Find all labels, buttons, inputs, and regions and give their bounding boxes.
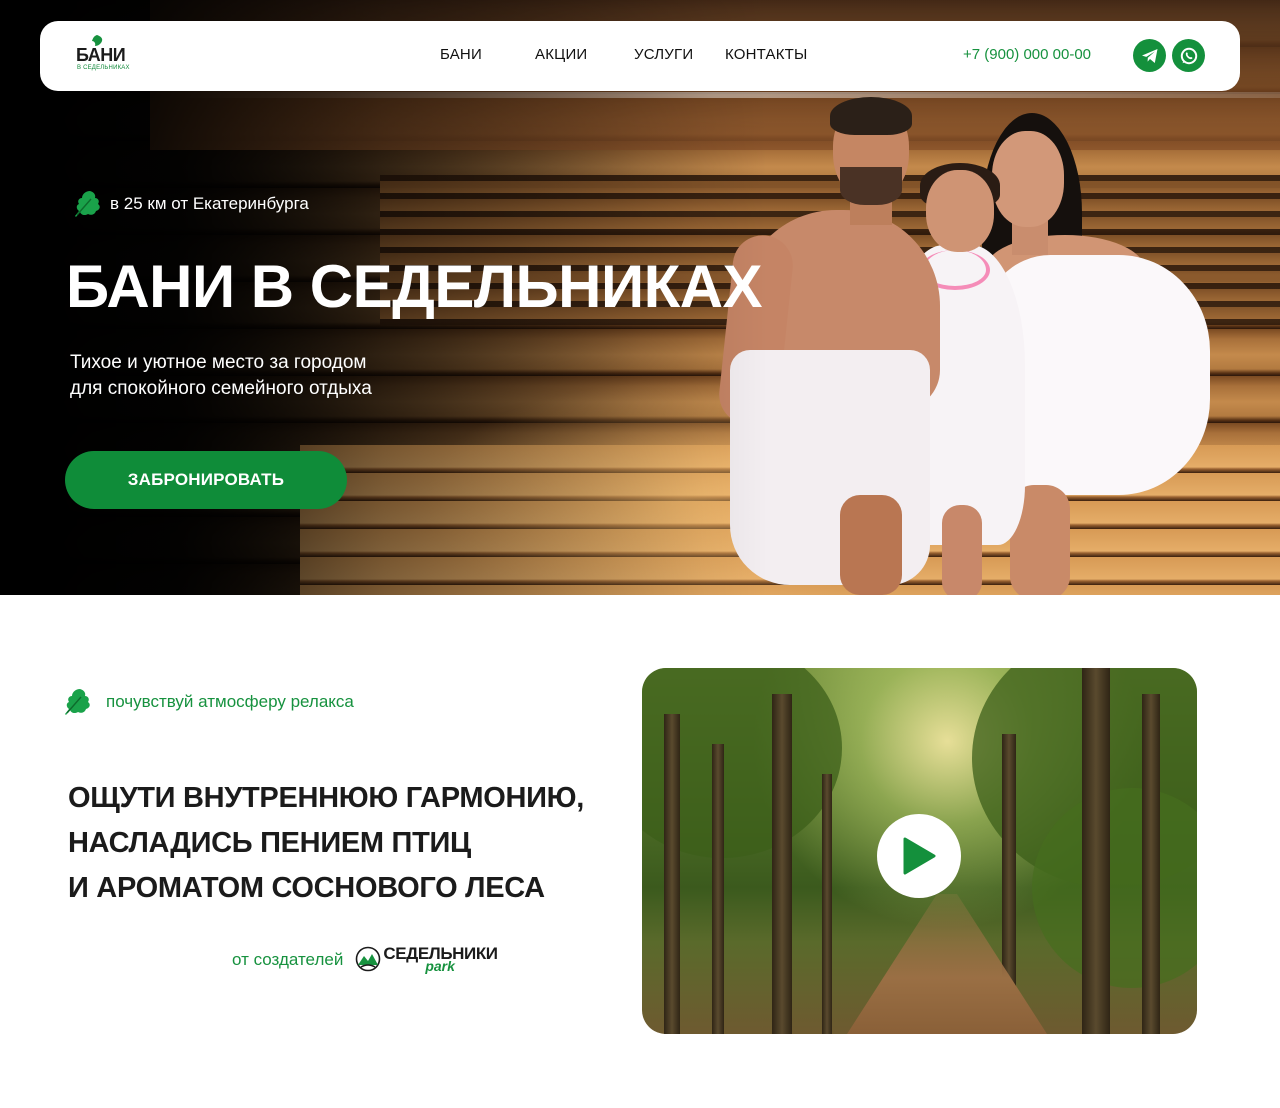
hero-title: БАНИ В СЕДЕЛЬНИКАХ: [66, 253, 763, 320]
nav-link-aktsii[interactable]: АКЦИИ: [535, 46, 587, 63]
tree-trunk: [1142, 694, 1160, 1034]
relax-tag-text: почувствуй атмосферу релакса: [106, 692, 354, 711]
creators-text: от создателей: [232, 950, 344, 969]
section2-heading-line-2: НАСЛАДИСЬ ПЕНИЕМ ПТИЦ: [68, 827, 471, 859]
nav-link-bani[interactable]: БАНИ: [440, 46, 482, 63]
relax-tag: почувствуй атмосферу релакса: [64, 688, 354, 716]
whatsapp-icon[interactable]: [1172, 39, 1205, 72]
hero-location-text: в 25 км от Екатеринбурга: [110, 194, 309, 213]
forest-path: [847, 894, 1047, 1034]
oak-leaf-icon: [75, 191, 100, 217]
hero-subtitle: Тихое и уютное место за городом для спок…: [70, 350, 372, 402]
section2-heading-line-1: ОЩУТИ ВНУТРЕННЮЮ ГАРМОНИЮ,: [68, 782, 585, 814]
tree-trunk: [772, 694, 792, 1034]
hero-subtitle-line-1: Тихое и уютное место за городом: [70, 352, 367, 373]
section2-heading: ОЩУТИ ВНУТРЕННЮЮ ГАРМОНИЮ, НАСЛАДИСЬ ПЕН…: [68, 776, 628, 911]
forest-video[interactable]: [642, 668, 1197, 1034]
creators-logo-park: park: [425, 958, 455, 974]
nav-link-uslugi[interactable]: УСЛУГИ: [634, 46, 693, 63]
tree-trunk: [822, 774, 832, 1034]
play-icon: [903, 837, 936, 875]
tree-trunk: [1082, 668, 1110, 1034]
book-button[interactable]: ЗАБРОНИРОВАТЬ: [65, 451, 347, 509]
logo-title: БАНИ: [76, 45, 126, 65]
phone-link[interactable]: +7 (900) 000 00-00: [963, 46, 1091, 63]
oak-leaf-icon: [65, 689, 90, 715]
telegram-glyph: [1141, 48, 1157, 63]
mountain-emblem-icon: [356, 946, 381, 972]
creators-credit: от создателей СЕДЕЛЬНИКИ park: [232, 942, 498, 978]
section2-heading-line-3: И АРОМАТОМ СОСНОВОГО ЛЕСА: [68, 872, 545, 904]
site-logo[interactable]: БАНИ В СЕДЕЛЬНИКАХ: [76, 35, 136, 79]
sedelniki-park-logo[interactable]: СЕДЕЛЬНИКИ park: [355, 942, 498, 978]
whatsapp-glyph: [1180, 47, 1197, 64]
play-button[interactable]: [877, 814, 961, 898]
telegram-icon[interactable]: [1133, 39, 1166, 72]
hero-location-tag: в 25 км от Екатеринбурга: [74, 190, 309, 218]
logo-subtitle: В СЕДЕЛЬНИКАХ: [77, 65, 130, 71]
nav-link-kontakty[interactable]: КОНТАКТЫ: [725, 46, 808, 63]
top-nav-bar: БАНИ В СЕДЕЛЬНИКАХ БАНИ АКЦИИ УСЛУГИ КОН…: [40, 21, 1240, 91]
tree-trunk: [712, 744, 724, 1034]
hero-subtitle-line-2: для спокойного семейного отдыха: [70, 378, 372, 399]
tree-trunk: [664, 714, 680, 1034]
